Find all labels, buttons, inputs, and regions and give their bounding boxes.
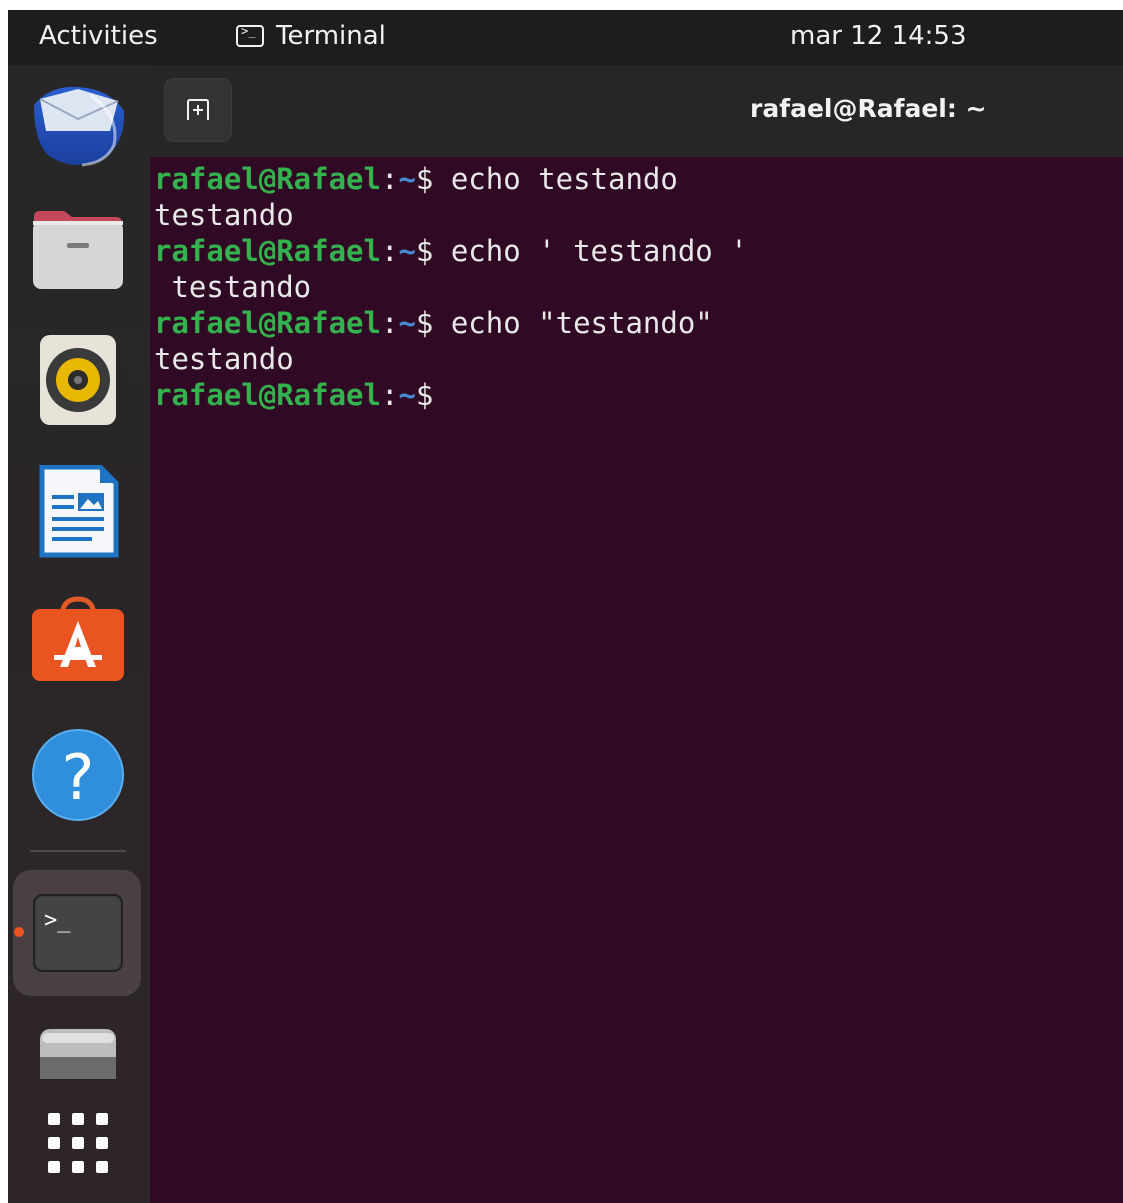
prompt-path: ~ — [398, 306, 416, 340]
prompt-dollar: $ — [415, 306, 434, 340]
app-menu[interactable]: >_ Terminal — [236, 21, 386, 51]
dock-item-writer[interactable] — [30, 464, 126, 561]
dock: ? >_ — [8, 65, 150, 1203]
writer-document-icon — [39, 464, 119, 558]
terminal-icon: >_ — [33, 894, 123, 972]
dock-item-help[interactable]: ? — [30, 727, 126, 823]
terminal-window[interactable]: rafael@Rafael: ~ rafael@Rafael:~$ echo t… — [150, 65, 1123, 1203]
prompt-user-host: rafael@Rafael — [154, 234, 381, 268]
terminal-app-icon: >_ — [236, 24, 264, 47]
software-store-icon — [32, 596, 124, 681]
app-grid-icon — [48, 1113, 108, 1173]
command-text: echo ' testando ' — [433, 234, 748, 268]
prompt-colon: : — [380, 378, 399, 412]
command-text: echo testando — [433, 162, 678, 196]
terminal-output-line: testando — [154, 270, 312, 304]
prompt-colon: : — [380, 162, 399, 196]
prompt-dollar: $ — [415, 378, 434, 412]
prompt-dollar: $ — [415, 162, 434, 196]
new-tab-icon — [187, 99, 209, 120]
prompt-path: ~ — [398, 162, 416, 196]
dock-item-software[interactable] — [30, 595, 126, 691]
rhythmbox-speaker-icon — [40, 335, 116, 425]
prompt-user-host: rafael@Rafael — [154, 306, 381, 340]
dock-item-rhythmbox[interactable] — [30, 333, 126, 429]
svg-text:>_: >_ — [44, 908, 71, 933]
dock-item-show-apps[interactable] — [30, 1095, 126, 1191]
clock[interactable]: mar 12 14:53 — [790, 21, 967, 51]
running-indicator — [14, 927, 24, 937]
dock-separator — [30, 850, 126, 852]
terminal-prompt-line: rafael@Rafael:~$ echo ' testando ' — [154, 233, 1119, 269]
window-headerbar[interactable]: rafael@Rafael: ~ — [150, 65, 1123, 157]
help-icon: ? — [32, 729, 124, 821]
thunderbird-icon — [34, 86, 125, 167]
app-menu-label: Terminal — [276, 21, 386, 51]
terminal-prompt-line: rafael@Rafael:~$ echo "testando" — [154, 305, 1119, 341]
top-bar: Activities >_ Terminal mar 12 14:53 — [8, 10, 1123, 65]
prompt-colon: : — [380, 306, 399, 340]
command-text: echo "testando" — [433, 306, 713, 340]
prompt-user-host: rafael@Rafael — [154, 162, 381, 196]
prompt-path: ~ — [398, 378, 416, 412]
files-folder-icon — [33, 211, 123, 289]
new-tab-button[interactable] — [164, 78, 232, 142]
prompt-dollar: $ — [415, 234, 434, 268]
svg-text:?: ? — [62, 741, 95, 814]
activities-button[interactable]: Activities — [39, 21, 158, 51]
dock-item-thunderbird[interactable] — [30, 75, 126, 171]
prompt-colon: : — [380, 234, 399, 268]
window-title: rafael@Rafael: ~ — [750, 94, 987, 123]
terminal-prompt-line: rafael@Rafael:~$ — [154, 377, 1119, 413]
terminal-output-line: testando — [154, 198, 294, 232]
terminal-output-line: testando — [154, 342, 294, 376]
dock-item-files[interactable] — [30, 203, 126, 299]
prompt-user-host: rafael@Rafael — [154, 378, 381, 412]
terminal-output[interactable]: rafael@Rafael:~$ echo testando testando ra… — [154, 161, 1119, 413]
prompt-path: ~ — [398, 234, 416, 268]
terminal-prompt-line: rafael@Rafael:~$ echo testando — [154, 161, 1119, 197]
desktop: Activities >_ Terminal mar 12 14:53 ? >_… — [8, 10, 1123, 1203]
dock-item-terminal[interactable]: >_ — [30, 885, 126, 981]
